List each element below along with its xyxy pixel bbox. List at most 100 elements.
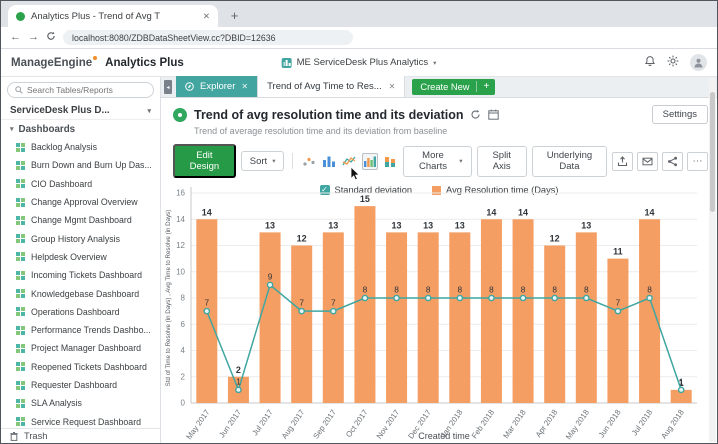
workspace-selector[interactable]: ME ServiceDesk Plus Analytics ▾	[282, 57, 437, 68]
browser-tab-strip: Analytics Plus - Trend of Avg T ✕ +	[1, 1, 717, 27]
user-avatar[interactable]	[690, 54, 707, 71]
new-tab-button[interactable]: +	[226, 7, 243, 24]
report-subtitle: Trend of average resolution time and its…	[161, 124, 717, 136]
sidebar-section-label: Dashboards	[19, 124, 76, 135]
sidebar-item[interactable]: Backlog Analysis	[1, 138, 160, 156]
close-tab-icon[interactable]: ✕	[203, 11, 210, 22]
tab-explorer[interactable]: Explorer ✕	[176, 76, 257, 97]
vertical-scrollbar[interactable]	[709, 78, 716, 442]
trash-icon	[10, 432, 18, 441]
more-charts-button[interactable]: More Charts ▾	[403, 146, 472, 177]
svg-text:13: 13	[455, 220, 465, 230]
sidebar-item[interactable]: CIO Dashboard	[1, 175, 160, 193]
svg-text:9: 9	[268, 271, 273, 281]
grouped-column-chart-icon[interactable]	[362, 153, 378, 170]
sort-button[interactable]: Sort ▾	[241, 151, 285, 171]
tab-report[interactable]: Trend of Avg Time to Res... ✕	[257, 76, 405, 97]
sidebar-item[interactable]: Reopened Tickets Dashboard	[1, 358, 160, 376]
sidebar-item[interactable]: Group History Analysis	[1, 229, 160, 247]
edit-design-button[interactable]: Edit Design	[173, 144, 236, 178]
svg-text:Jul 2017: Jul 2017	[250, 408, 274, 437]
dashboard-grid-icon	[16, 362, 25, 371]
sidebar-item[interactable]: SLA Analysis	[1, 394, 160, 412]
sidebar-item-label: Requester Dashboard	[31, 380, 117, 390]
split-axis-button[interactable]: Split Axis	[477, 146, 527, 177]
refresh-icon[interactable]	[470, 109, 481, 120]
sidebar-item-label: Incoming Tickets Dashboard	[31, 270, 142, 280]
sidebar-item-trash[interactable]: Trash	[1, 428, 160, 443]
svg-text:8: 8	[552, 285, 557, 295]
sidebar-workspace-row[interactable]: ServiceDesk Plus D... ▾	[1, 102, 160, 120]
sidebar-item[interactable]: Requester Dashboard	[1, 376, 160, 394]
svg-text:7: 7	[616, 298, 621, 308]
report-type-icon	[173, 108, 187, 122]
calendar-icon[interactable]	[488, 109, 499, 120]
chart-area[interactable]: 0246810121416Std of Time to Resolve (in …	[161, 177, 709, 444]
notification-bell-icon[interactable]	[644, 54, 656, 72]
scatter-chart-icon[interactable]	[301, 153, 316, 170]
sidebar-item[interactable]: Change Mgmt Dashboard	[1, 211, 160, 229]
sidebar-workspace-label: ServiceDesk Plus D...	[10, 105, 110, 116]
split-axis-label: Split Axis	[486, 150, 518, 172]
sidebar-item[interactable]: Change Approval Overview	[1, 193, 160, 211]
dashboard-grid-icon	[16, 417, 25, 426]
chevron-down-icon: ▾	[272, 157, 275, 165]
mouse-cursor	[350, 167, 362, 187]
svg-text:16: 16	[176, 189, 185, 198]
svg-text:Aug 2017: Aug 2017	[280, 408, 307, 441]
svg-text:8: 8	[489, 285, 494, 295]
svg-text:12: 12	[550, 234, 560, 244]
create-new-button[interactable]: Create New +	[412, 79, 495, 95]
dashboard-grid-icon	[16, 198, 25, 207]
sidebar-collapse-handle[interactable]: ◂	[164, 80, 172, 94]
svg-text:Jun 2017: Jun 2017	[217, 408, 243, 439]
sidebar-item[interactable]: Performance Trends Dashbo...	[1, 321, 160, 339]
svg-text:15: 15	[360, 194, 370, 204]
settings-button[interactable]: Settings	[652, 105, 708, 124]
more-options-icon[interactable]: ⋯	[687, 152, 708, 171]
dashboard-grid-icon	[16, 399, 25, 408]
reload-icon[interactable]	[46, 31, 56, 44]
svg-text:Nov 2017: Nov 2017	[375, 408, 402, 441]
url-bar[interactable]: localhost:8080/ZDBDataSheetView.cc?DBID=…	[63, 30, 353, 45]
back-icon[interactable]: ←	[10, 32, 21, 43]
svg-text:Created time: Created time	[418, 431, 470, 441]
dashboard-grid-icon	[16, 271, 25, 280]
scrollbar-thumb[interactable]	[710, 92, 715, 212]
svg-text:10: 10	[176, 267, 185, 276]
sidebar-item[interactable]: Burn Down and Burn Up Das...	[1, 156, 160, 174]
sidebar-item-label: Operations Dashboard	[31, 307, 120, 317]
sidebar-item[interactable]: Project Manager Dashboard	[1, 339, 160, 357]
sidebar-item[interactable]: Operations Dashboard	[1, 303, 160, 321]
sidebar-item-label: Knowledgebase Dashboard	[31, 289, 139, 299]
toolbar-divider	[292, 153, 293, 169]
sidebar-search[interactable]	[7, 82, 154, 98]
sidebar-item-label: Reopened Tickets Dashboard	[31, 362, 147, 372]
sidebar-section-dashboards[interactable]: ▾ Dashboards	[1, 120, 160, 138]
email-icon[interactable]	[637, 152, 658, 171]
forward-icon[interactable]: →	[28, 32, 39, 43]
settings-gear-icon[interactable]	[667, 54, 679, 72]
svg-text:13: 13	[423, 220, 433, 230]
sidebar-item-label: SLA Analysis	[31, 398, 82, 408]
sidebar-item[interactable]: Incoming Tickets Dashboard	[1, 266, 160, 284]
sidebar-item-label: Backlog Analysis	[31, 142, 97, 152]
share-icon[interactable]	[662, 152, 683, 171]
dashboard-grid-icon	[16, 381, 25, 390]
svg-text:Aug 2018: Aug 2018	[659, 408, 686, 441]
close-icon[interactable]: ✕	[389, 82, 396, 91]
chevron-down-icon: ▾	[147, 107, 151, 115]
export-icon[interactable]	[612, 152, 633, 171]
svg-text:Sep 2017: Sep 2017	[311, 408, 338, 441]
bar-line-chart[interactable]: 0246810121416Std of Time to Resolve (in …	[161, 177, 711, 444]
browser-tab[interactable]: Analytics Plus - Trend of Avg T ✕	[8, 5, 218, 27]
underlying-data-button[interactable]: Underlying Data	[532, 146, 607, 177]
svg-text:14: 14	[176, 215, 185, 224]
sidebar-item[interactable]: Helpdesk Overview	[1, 248, 160, 266]
close-icon[interactable]: ✕	[241, 82, 248, 91]
search-input[interactable]	[27, 85, 146, 95]
stacked-chart-icon[interactable]	[383, 153, 398, 170]
column-chart-icon[interactable]	[321, 153, 336, 170]
dashboard-list: Backlog Analysis Burn Down and Burn Up Da…	[1, 138, 160, 431]
sidebar-item[interactable]: Knowledgebase Dashboard	[1, 284, 160, 302]
